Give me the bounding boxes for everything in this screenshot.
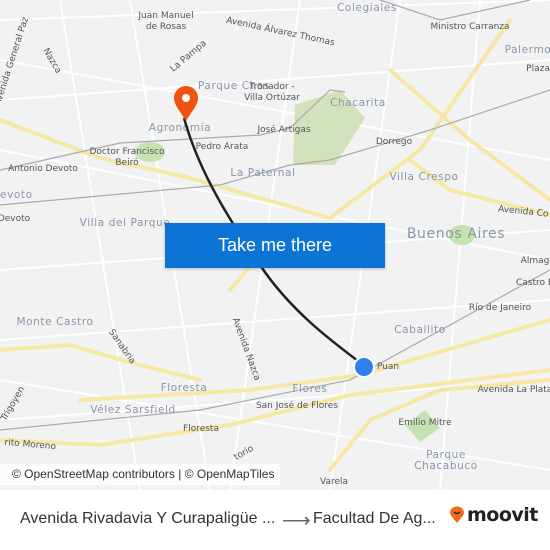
map-label: Avenida Co: [498, 204, 550, 219]
map-label: Tronador -: [248, 82, 294, 92]
map-label: Monte Castro: [16, 316, 93, 328]
map-label: Villa Crespo: [389, 171, 458, 183]
map-label: Chacabuco: [414, 460, 478, 472]
map-label: Buenos Aires: [407, 226, 505, 242]
map-label: Nazca: [41, 47, 63, 76]
map-label: Doctor Francisco: [89, 147, 165, 157]
take-me-there-button[interactable]: Take me there: [165, 223, 385, 268]
map-label: Villa del Parque: [80, 217, 171, 229]
map-label: rito Moreno: [4, 438, 57, 453]
railways: [0, 0, 550, 431]
moovit-logo: moovit: [449, 504, 538, 526]
map-label: Ministro Carranza: [430, 22, 509, 32]
map-label: de Rosas: [146, 22, 187, 32]
map-label: Beiró: [115, 157, 139, 168]
map-label: La Paternal: [230, 167, 295, 179]
map-label: Plaza: [526, 64, 550, 74]
map-label: Devoto: [0, 214, 31, 224]
map-label: La Pampa: [169, 39, 209, 75]
map-label: Palermo: [505, 44, 550, 56]
map-attribution[interactable]: © OpenStreetMap contributors | © OpenMap…: [0, 464, 281, 485]
map-label: Devoto: [0, 189, 33, 201]
map-label: Emilio Mitre: [398, 418, 452, 428]
map-label: Chacarita: [330, 97, 386, 109]
map-label: Varela: [320, 477, 348, 487]
arrow-right-icon: ⟶: [282, 510, 311, 532]
map-label: Vélez Sarsfield: [90, 404, 176, 416]
moovit-pin-icon: [450, 506, 464, 523]
map-label: Avenida Álvarez Thomas: [225, 14, 336, 49]
map-label: Castro B: [516, 278, 550, 288]
destination-label: Facultad De Ag...: [313, 510, 436, 527]
origin-dot-icon[interactable]: [353, 356, 375, 378]
map-label: San José de Flores: [256, 400, 338, 411]
map-label: Puan: [377, 362, 399, 372]
map-label: Almag: [521, 256, 550, 266]
map-label: Caballito: [394, 324, 446, 336]
map-label: José Artigas: [256, 124, 310, 135]
map-label: Juan Manuel: [137, 11, 193, 21]
map-label: Pedro Arata: [196, 142, 249, 152]
map-label: Flores: [293, 383, 328, 395]
map-label: Floresta: [161, 382, 208, 394]
map-label: Floresta: [183, 424, 219, 434]
map-label: Avenida La Plata: [478, 385, 550, 395]
map-label: Antonio Devoto: [8, 164, 78, 174]
origin-label: Avenida Rivadavia Y Curapaligüe ...: [20, 510, 276, 527]
map[interactable]: Colegiales Juan Manuel de Rosas Avenida Álv…: [0, 0, 550, 490]
route-footer: Avenida Rivadavia Y Curapaligüe ... ⟶ Fa…: [0, 490, 550, 550]
map-label: Río de Janeiro: [469, 303, 532, 313]
map-label: Colegiales: [337, 2, 397, 14]
map-label: Villa Ortúzar: [244, 93, 300, 103]
destination-pin-icon[interactable]: [174, 86, 198, 121]
map-label: Dorrego: [376, 137, 413, 147]
map-label: Agronomía: [149, 122, 211, 134]
